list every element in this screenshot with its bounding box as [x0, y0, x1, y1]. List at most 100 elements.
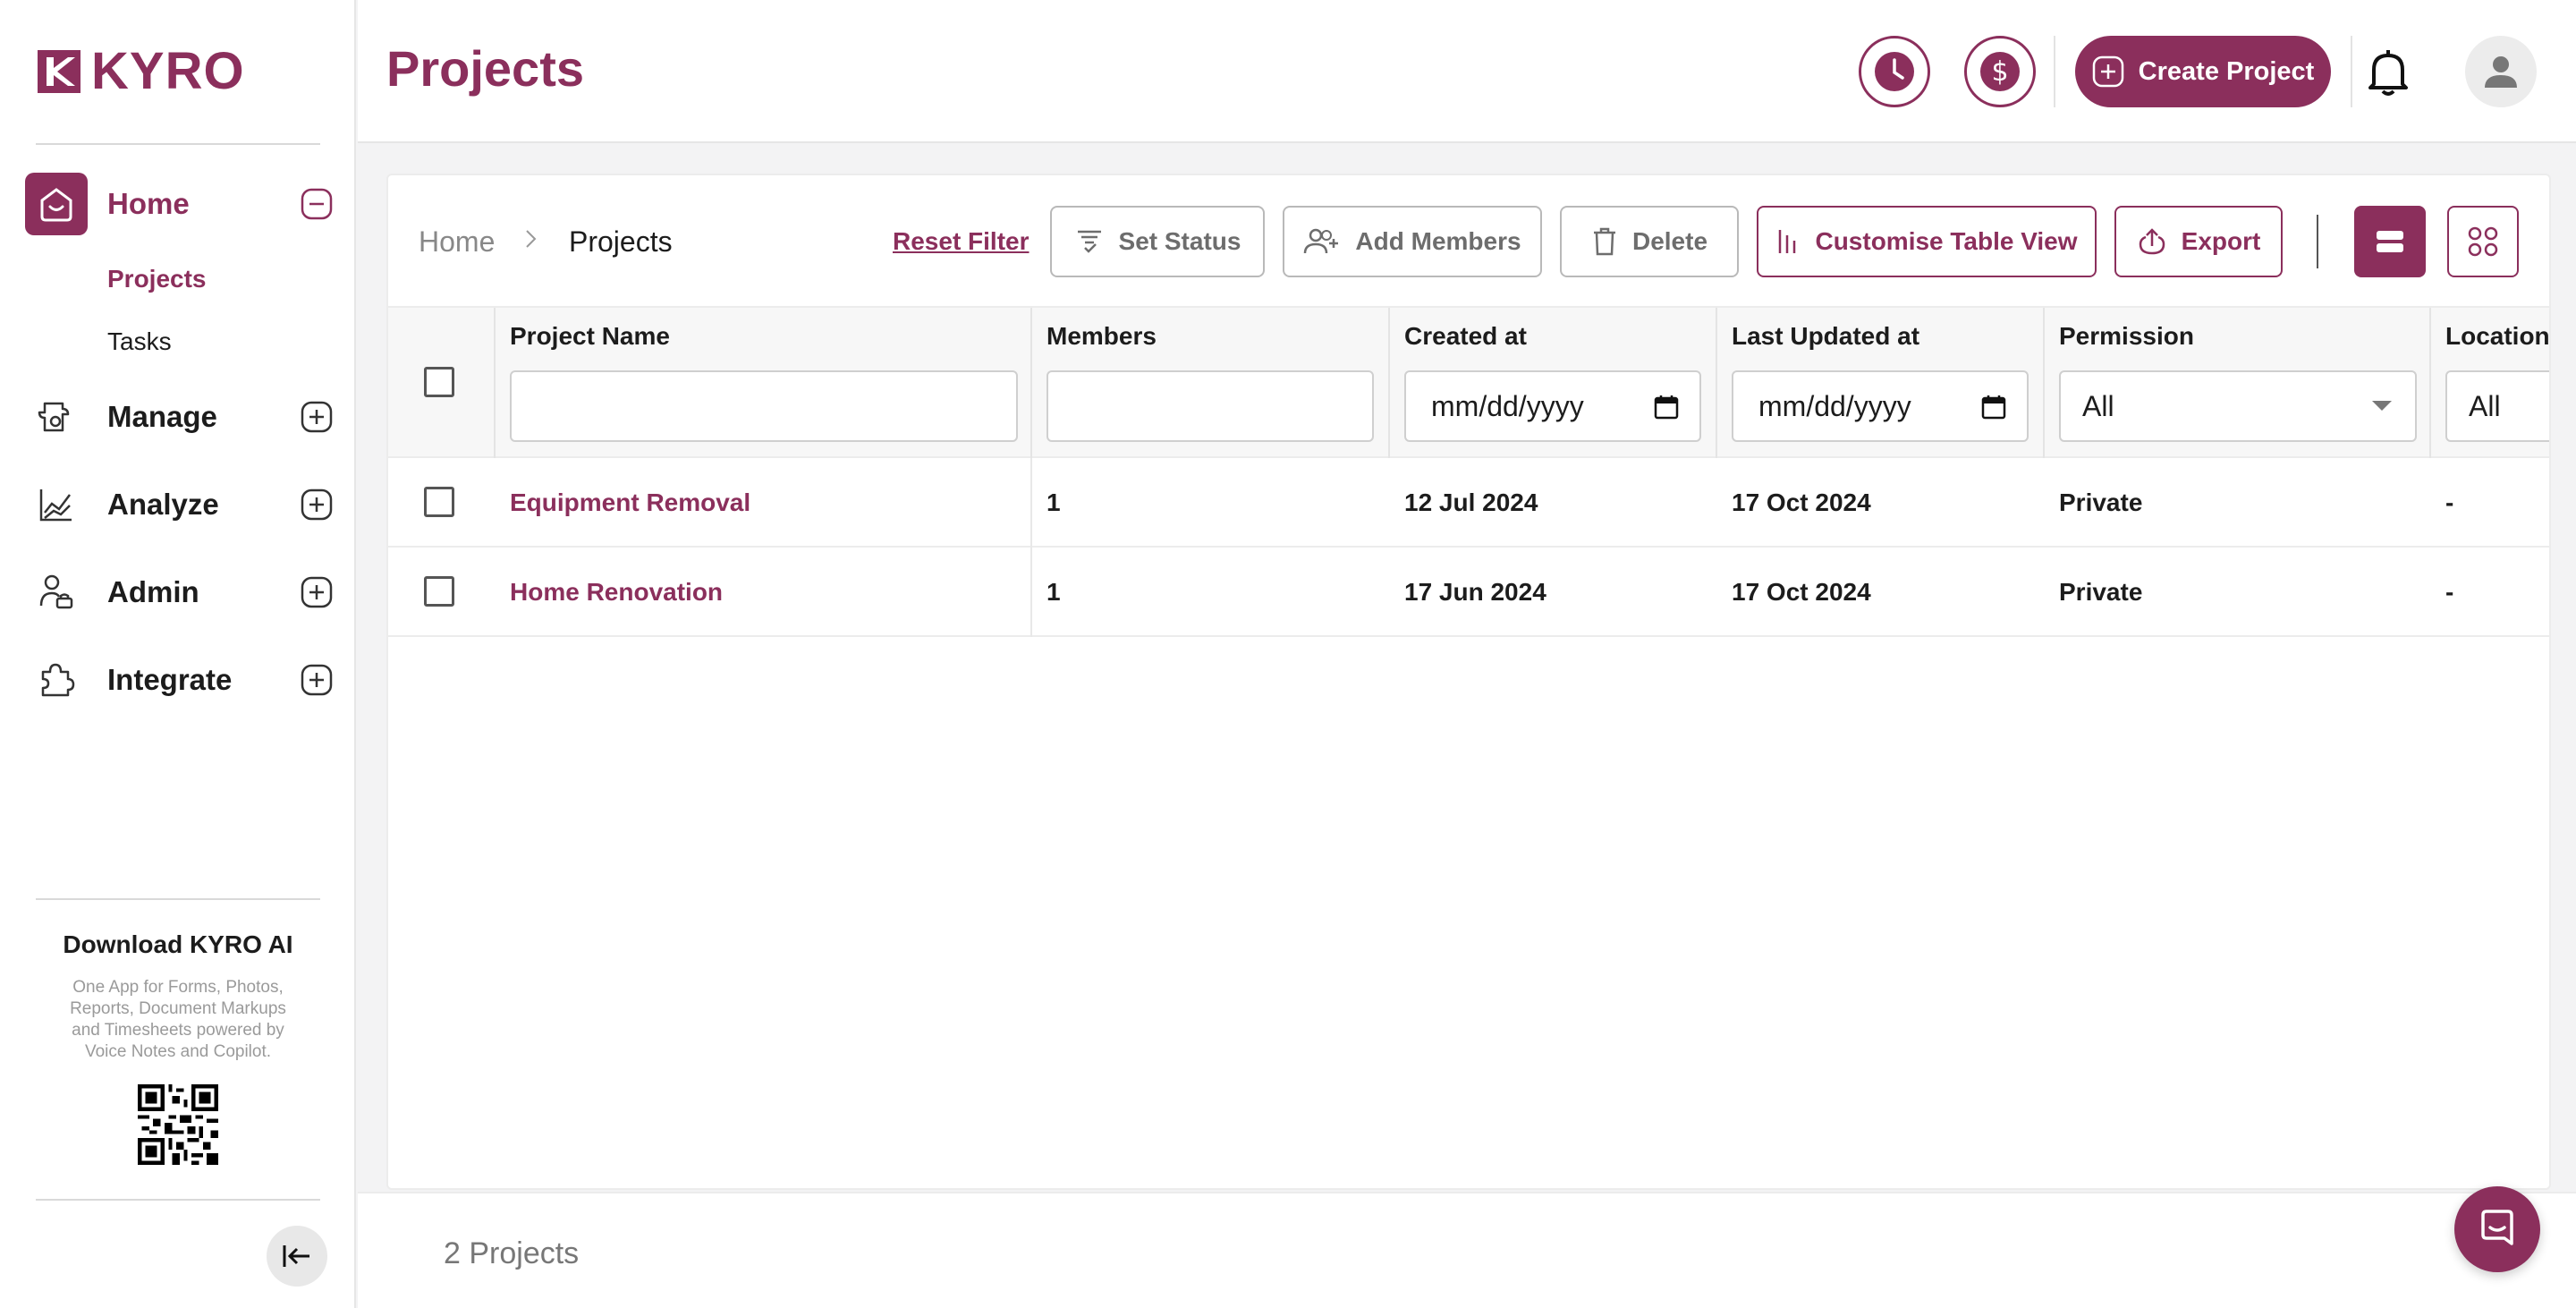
permission-selected-value: All: [2082, 389, 2114, 422]
list-view-button[interactable]: [2354, 206, 2426, 277]
svg-text:$: $: [1991, 56, 2008, 88]
clock-icon: [1875, 52, 1914, 91]
filter-status-icon: [1077, 230, 1101, 253]
row-checkbox[interactable]: [424, 576, 454, 607]
list-view-icon: [2377, 231, 2403, 252]
add-members-label: Add Members: [1355, 227, 1521, 255]
kyro-logo[interactable]: KYRO: [36, 42, 245, 100]
select-all-checkbox[interactable]: [424, 367, 454, 397]
kyro-logo-icon: [38, 50, 80, 93]
created-at-cell: 17 Jun 2024: [1404, 578, 1546, 606]
calendar-icon[interactable]: [1980, 394, 2007, 420]
permission-select[interactable]: All: [2059, 370, 2417, 442]
column-header-created-at[interactable]: Created at: [1404, 322, 1527, 351]
column-header-permission[interactable]: Permission: [2059, 322, 2194, 351]
project-name-link[interactable]: Equipment Removal: [510, 488, 750, 517]
table-footer: 2 Projects: [358, 1192, 2576, 1308]
location-select[interactable]: All: [2445, 370, 2549, 442]
nav-integrate[interactable]: Integrate: [25, 648, 338, 712]
dropdown-arrow-icon: [2372, 401, 2392, 411]
row-checkbox[interactable]: [424, 487, 454, 517]
avatar[interactable]: [2465, 36, 2537, 107]
members-filter-input[interactable]: [1046, 370, 1374, 442]
created-at-placeholder: mm/dd/yyyy: [1431, 389, 1584, 422]
brand-name: KYRO: [91, 42, 245, 100]
permission-cell: Private: [2059, 578, 2143, 606]
table-header: Project Name Members Created at Last Upd…: [388, 306, 2549, 460]
columns-icon: [1779, 230, 1796, 253]
dollar-icon: $: [1980, 52, 2020, 91]
reset-filter-link[interactable]: Reset Filter: [893, 227, 1030, 256]
sidebar-item-projects[interactable]: Projects: [107, 265, 207, 293]
upload-icon: [2139, 228, 2165, 255]
nav-integrate-label: Integrate: [107, 663, 233, 696]
created-at-date-input[interactable]: mm/dd/yyyy: [1404, 370, 1701, 442]
updated-at-cell: 17 Oct 2024: [1732, 488, 1871, 516]
column-separator: [1030, 548, 1032, 637]
create-project-button[interactable]: Create Project: [2075, 36, 2331, 107]
collapse-sidebar-button[interactable]: [267, 1226, 327, 1287]
admin-icon: [25, 561, 88, 624]
customise-table-view-button[interactable]: Customise Table View: [1757, 206, 2097, 277]
column-separator: [1030, 458, 1032, 548]
export-label: Export: [2181, 227, 2261, 255]
download-description: One App for Forms, Photos, Reports, Docu…: [70, 978, 286, 1061]
project-count: 2 Projects: [444, 1236, 580, 1270]
nav-analyze[interactable]: Analyze: [25, 472, 338, 537]
arrow-left-bar-icon: [283, 1245, 309, 1267]
location-cell: -: [2445, 578, 2454, 606]
created-at-cell: 12 Jul 2024: [1404, 488, 1538, 516]
expand-icon[interactable]: [301, 664, 333, 696]
expand-icon[interactable]: [301, 488, 333, 521]
updated-at-date-input[interactable]: mm/dd/yyyy: [1732, 370, 2029, 442]
sidebar: KYRO Home Projects Tasks Manage Analyze …: [0, 0, 356, 1308]
nav-manage[interactable]: Manage: [25, 385, 338, 449]
nav-home[interactable]: Home: [25, 172, 338, 236]
set-status-label: Set Status: [1118, 227, 1241, 255]
column-header-project-name[interactable]: Project Name: [510, 322, 670, 351]
column-header-members[interactable]: Members: [1046, 322, 1157, 351]
nav-home-label: Home: [107, 187, 190, 220]
nav-admin[interactable]: Admin: [25, 560, 338, 624]
expand-icon[interactable]: [301, 576, 333, 608]
collapse-icon[interactable]: [301, 188, 333, 220]
timesheet-button[interactable]: [1859, 36, 1930, 107]
analytics-icon: [25, 473, 88, 536]
download-title: Download KYRO AI: [63, 930, 293, 958]
qr-code-icon: [138, 1084, 218, 1165]
project-name-filter-input[interactable]: [510, 370, 1018, 442]
manage-icon: [25, 386, 88, 448]
calendar-icon[interactable]: [1653, 394, 1680, 420]
delete-button[interactable]: Delete: [1560, 206, 1739, 277]
table-row[interactable]: Home Renovation 1 17 Jun 2024 17 Oct 202…: [388, 548, 2549, 637]
grid-view-icon: [2468, 226, 2498, 257]
updated-at-placeholder: mm/dd/yyyy: [1758, 389, 1911, 422]
user-icon: [2485, 56, 2517, 88]
sidebar-item-tasks[interactable]: Tasks: [107, 327, 172, 356]
updated-at-cell: 17 Oct 2024: [1732, 578, 1871, 606]
expand-icon[interactable]: [301, 401, 333, 433]
column-header-last-updated[interactable]: Last Updated at: [1732, 322, 1919, 351]
column-header-location[interactable]: Location: [2445, 322, 2549, 351]
project-name-link[interactable]: Home Renovation: [510, 578, 723, 607]
delete-label: Delete: [1631, 227, 1708, 255]
billing-button[interactable]: $: [1964, 36, 2036, 107]
column-separator: [2043, 308, 2045, 460]
permission-cell: Private: [2059, 488, 2143, 516]
set-status-button[interactable]: Set Status: [1050, 206, 1265, 277]
column-separator: [494, 308, 496, 460]
members-cell: 1: [1046, 578, 1061, 606]
trash-icon: [1593, 227, 1615, 256]
nav-admin-label: Admin: [107, 575, 199, 608]
chat-icon: [2481, 1210, 2513, 1245]
top-header: Projects $ Create Project: [358, 0, 2576, 143]
grid-view-button[interactable]: [2447, 206, 2519, 277]
breadcrumb-home[interactable]: Home: [419, 225, 495, 259]
export-button[interactable]: Export: [2114, 206, 2283, 277]
add-user-icon: [1304, 228, 1339, 254]
table-row[interactable]: Equipment Removal 1 12 Jul 2024 17 Oct 2…: [388, 458, 2549, 548]
header-separator: [2054, 36, 2055, 107]
add-members-button[interactable]: Add Members: [1283, 206, 1542, 277]
chat-support-button[interactable]: [2454, 1186, 2540, 1272]
bell-icon[interactable]: [2361, 45, 2415, 98]
